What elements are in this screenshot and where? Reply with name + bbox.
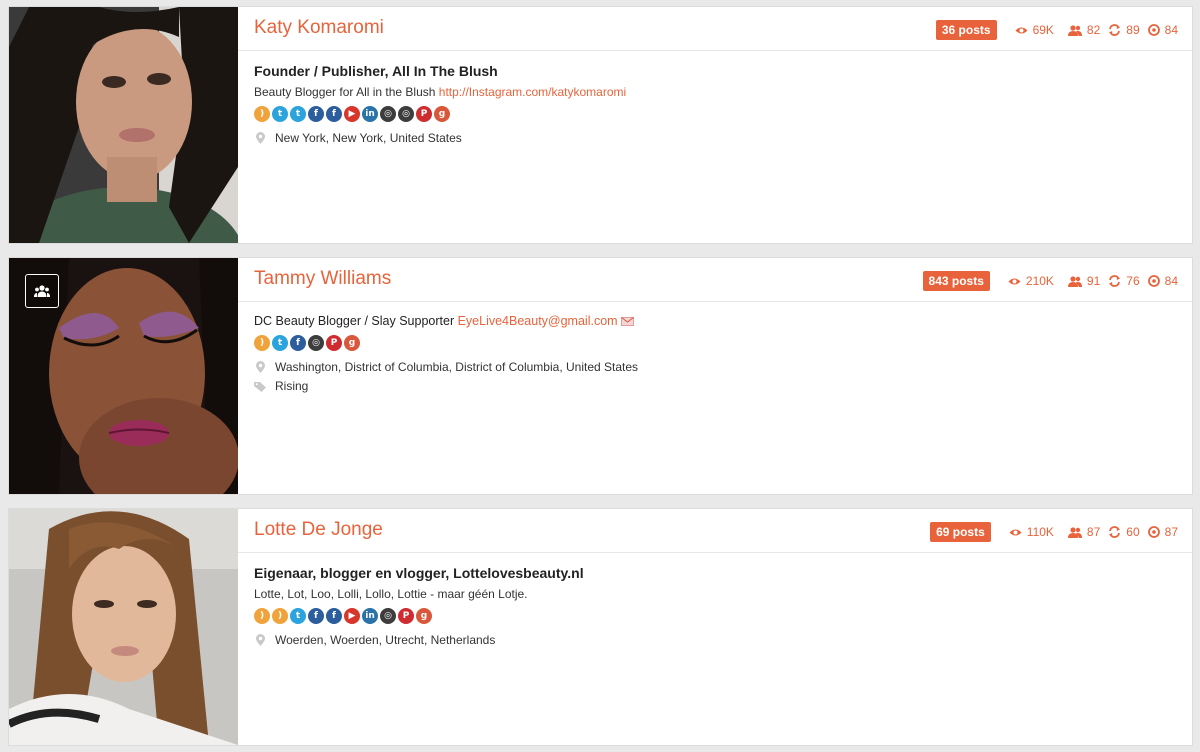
social-links: ) t f ◎ P g: [254, 335, 1176, 351]
tag-icon: [254, 381, 266, 392]
profile-title: Eigenaar, blogger en vlogger, Lotteloves…: [254, 565, 584, 581]
google-plus-icon[interactable]: g: [434, 106, 450, 122]
retweet-icon: [1109, 24, 1121, 36]
rss-icon[interactable]: ): [254, 335, 270, 351]
retweet-icon: [1109, 275, 1121, 287]
profile-name[interactable]: Tammy Williams: [254, 268, 391, 290]
shares-stat: 76: [1108, 274, 1140, 288]
location: Woerden, Woerden, Utrecht, Netherlands: [254, 633, 1176, 647]
followers-stat: 82: [1067, 23, 1100, 37]
users-icon: [1067, 24, 1082, 36]
instagram-icon[interactable]: ◎: [380, 608, 396, 624]
facebook-icon[interactable]: f: [290, 335, 306, 351]
shares-stat: 60: [1108, 525, 1140, 539]
pinterest-icon[interactable]: P: [326, 335, 342, 351]
map-pin-icon: [256, 361, 265, 373]
profile-card[interactable]: Tammy Williams 843 posts 210K 91 76 84 D…: [8, 257, 1193, 495]
retweet-icon: [1109, 526, 1121, 538]
target-icon: [1147, 275, 1160, 287]
social-links: ) t t f f ▶ in ◎ ◎ P g: [254, 106, 1176, 122]
tag: Rising: [254, 379, 1176, 393]
youtube-icon[interactable]: ▶: [344, 106, 360, 122]
eye-icon: [1015, 27, 1028, 33]
map-pin-icon: [256, 132, 265, 144]
score-stat: 84: [1147, 23, 1178, 37]
score-stat: 84: [1147, 274, 1178, 288]
profile-stats: 69 posts 110K 87 60 87: [930, 522, 1178, 542]
youtube-icon[interactable]: ▶: [344, 608, 360, 624]
instagram-icon[interactable]: ◎: [398, 106, 414, 122]
twitter-icon[interactable]: t: [290, 106, 306, 122]
shares-stat: 89: [1108, 23, 1140, 37]
score-stat: 87: [1147, 525, 1178, 539]
followers-stat: 87: [1067, 525, 1100, 539]
profile-stats: 36 posts 69K 82 89 84: [935, 20, 1178, 40]
twitter-icon[interactable]: t: [272, 106, 288, 122]
envelope-icon: [621, 317, 635, 327]
profile-bio: Beauty Blogger for All in the Blush http…: [254, 85, 627, 99]
profile-card[interactable]: Katy Komaromi 36 posts 69K 82 89 84 Foun…: [8, 6, 1193, 244]
facebook-icon[interactable]: f: [326, 106, 342, 122]
rss-icon[interactable]: ): [254, 106, 270, 122]
instagram-icon[interactable]: ◎: [308, 335, 324, 351]
pinterest-icon[interactable]: P: [416, 106, 432, 122]
profile-title: Founder / Publisher, All In The Blush: [254, 63, 498, 79]
users-icon: [34, 285, 50, 297]
facebook-icon[interactable]: f: [308, 106, 324, 122]
profile-card[interactable]: Lotte De Jonge 69 posts 110K 87 60 87 Ei…: [8, 508, 1193, 746]
rss-icon[interactable]: ): [272, 608, 288, 624]
linkedin-icon[interactable]: in: [362, 608, 378, 624]
posts-badge[interactable]: 36 posts: [935, 20, 997, 40]
profile-name[interactable]: Katy Komaromi: [254, 17, 384, 39]
twitter-icon[interactable]: t: [290, 608, 306, 624]
profile-title: DC Beauty Blogger / Slay Supporter EyeLi…: [254, 314, 1176, 328]
posts-badge[interactable]: 843 posts: [922, 271, 990, 291]
pinterest-icon[interactable]: P: [398, 608, 414, 624]
facebook-icon[interactable]: f: [308, 608, 324, 624]
profile-photo[interactable]: [9, 258, 238, 494]
rss-icon[interactable]: ): [254, 608, 270, 624]
target-icon: [1147, 24, 1160, 36]
location: Washington, District of Columbia, Distri…: [254, 360, 1176, 374]
profile-name[interactable]: Lotte De Jonge: [254, 519, 383, 541]
map-pin-icon: [256, 634, 265, 646]
users-icon: [1067, 526, 1082, 538]
posts-badge[interactable]: 69 posts: [930, 522, 991, 542]
social-links: ) ) t f f ▶ in ◎ P g: [254, 608, 1176, 624]
google-plus-icon[interactable]: g: [344, 335, 360, 351]
target-icon: [1147, 526, 1160, 538]
profile-stats: 843 posts 210K 91 76 84: [922, 271, 1178, 291]
location: New York, New York, United States: [254, 131, 1176, 145]
profile-photo[interactable]: [9, 7, 238, 243]
users-icon: [1067, 275, 1082, 287]
linkedin-icon[interactable]: in: [362, 106, 378, 122]
instagram-icon[interactable]: ◎: [380, 106, 396, 122]
twitter-icon[interactable]: t: [272, 335, 288, 351]
views-stat: 110K: [1009, 525, 1054, 539]
views-stat: 69K: [1015, 23, 1054, 37]
eye-icon: [1008, 278, 1021, 284]
group-badge[interactable]: [25, 274, 59, 308]
bio-link[interactable]: http://Instagram.com/katykomaromi: [439, 85, 626, 99]
followers-stat: 91: [1067, 274, 1100, 288]
profile-bio: Lotte, Lot, Loo, Lolli, Lollo, Lottie - …: [254, 587, 528, 601]
profile-photo[interactable]: [9, 509, 238, 745]
eye-icon: [1009, 529, 1022, 535]
google-plus-icon[interactable]: g: [416, 608, 432, 624]
facebook-icon[interactable]: f: [326, 608, 342, 624]
email-link[interactable]: EyeLive4Beauty@gmail.com: [458, 314, 618, 328]
views-stat: 210K: [1008, 274, 1054, 288]
